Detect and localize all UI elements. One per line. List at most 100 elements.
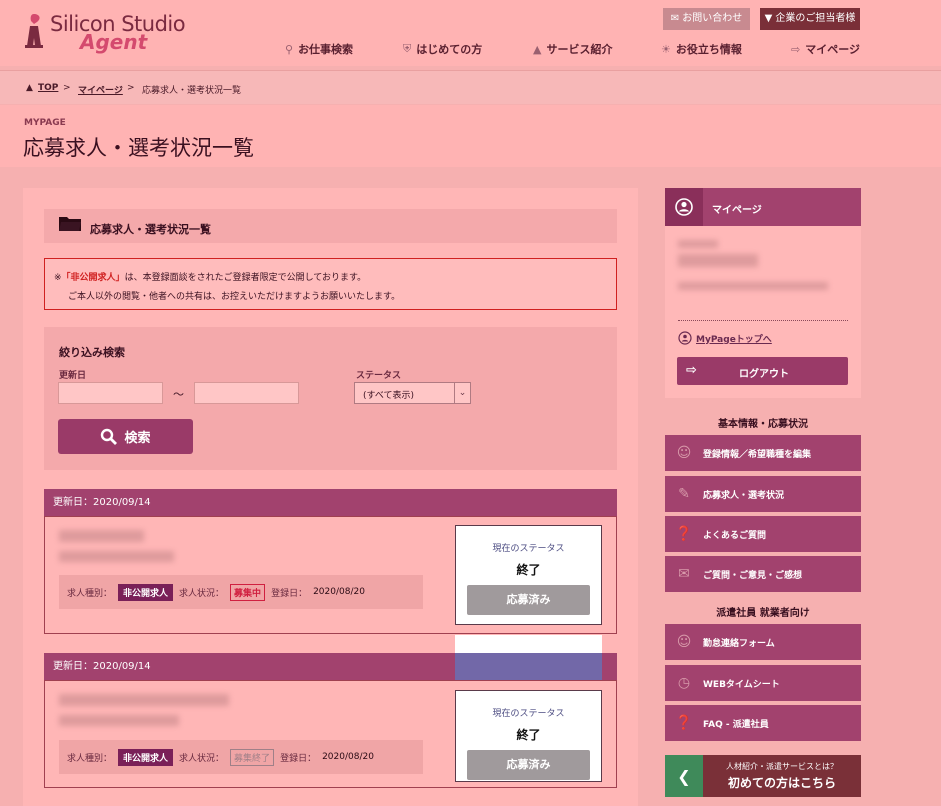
contact-button[interactable]: ✉ お問い合わせ [663, 8, 750, 30]
blurred-company [59, 551, 174, 562]
user-icon [678, 331, 692, 345]
status-select-value: (すべて表示) [363, 391, 415, 401]
shield-icon: ⛨ [403, 42, 412, 55]
notice-box: ※「非公開求人」は、本登録面談をされたご登録者限定で公開しております。 ご本人以… [44, 258, 617, 310]
notice-text: は、本登録面談をされたご登録者限定で公開しております。 [124, 273, 367, 283]
contact-label: お問い合わせ [682, 13, 743, 24]
type-label: 求人種別： [67, 588, 113, 599]
search-button-label: 検索 [124, 431, 151, 446]
chevron-down-icon[interactable]: ⌄ [454, 383, 470, 403]
mail-icon: ✉ [670, 13, 680, 24]
logout-button[interactable]: ⇨ ログアウト [677, 357, 848, 385]
divider [678, 320, 848, 321]
nav-label: サービス紹介 [546, 43, 613, 56]
logout-icon: ⇨ [686, 363, 697, 378]
search-icon [101, 428, 118, 445]
applied-button[interactable]: 応募済み [467, 750, 590, 780]
job-info-row: 求人種別： 非公開求人 求人状況： 募集終了 登録日： 2020/08/20 [59, 740, 423, 774]
reg-date: 2020/08/20 [313, 587, 365, 597]
nav-useful-info[interactable]: ☀ お役立ち情報 [661, 40, 742, 58]
nav-job-search[interactable]: ⚲ お仕事検索 [285, 40, 353, 58]
beginner-icon: ❮ [665, 755, 703, 797]
state-badge: 募集終了 [230, 748, 275, 766]
home-icon: ▲ [26, 83, 33, 93]
sidebar-item-faq-temp[interactable]: ❓ FAQ - 派遣社員 [665, 705, 861, 741]
nav-first-time[interactable]: ⛨ はじめての方 [403, 40, 482, 58]
nav-mypage[interactable]: ⇨ マイページ [791, 40, 860, 58]
section-title: 応募求人・選考状況一覧 [90, 223, 211, 236]
logo-icon: ▲ [533, 42, 542, 56]
type-label: 求人種別： [67, 753, 113, 764]
clock-icon: ◷ [677, 675, 691, 691]
type-badge: 非公開求人 [118, 748, 174, 766]
sidebar-item-feedback[interactable]: ✉ ご質問・ご意見・ご感想 [665, 556, 861, 592]
search-button[interactable]: 検索 [58, 419, 193, 454]
notice-mark: ※ [54, 273, 62, 283]
filter-title: 絞り込み検索 [59, 346, 125, 359]
folder-icon [59, 215, 81, 231]
sidebar-item-label: 応募求人・選考状況 [703, 490, 785, 501]
page-title: 応募求人・選考状況一覧 [23, 136, 254, 160]
mypage-title: マイページ [712, 205, 762, 216]
sidebar-item-label: よくあるご質問 [703, 530, 767, 541]
current-status-value: 終了 [516, 563, 541, 577]
current-status-value: 終了 [516, 728, 541, 742]
logo-icon[interactable] [22, 12, 46, 48]
sidebar-item-label: WEBタイムシート [703, 679, 780, 690]
breadcrumb-sep: > [127, 83, 135, 93]
breadcrumb-current: 応募求人・選考状況一覧 [142, 86, 242, 96]
blurred-job-title[interactable] [59, 694, 229, 706]
corporate-button[interactable]: ▼ 企業のご担当者様 [760, 8, 860, 30]
sidebar-item-label: 登録情報／希望職種を編集 [703, 449, 812, 460]
nav-label: はじめての方 [416, 43, 483, 56]
current-status-label: 現在のステータス [492, 709, 565, 719]
sidebar-group-title: 派遣社員 就業者向け [716, 608, 810, 619]
sidebar-group-title: 基本情報・応募状況 [718, 419, 808, 430]
chat-bubbles-icon: ✉ [678, 566, 690, 582]
sidebar-item-faq[interactable]: ❓ よくあるご質問 [665, 516, 861, 552]
reg-label: 登録日： [271, 588, 308, 599]
state-label: 求人状況： [179, 588, 225, 599]
login-icon: ⇨ [791, 42, 801, 56]
breadcrumb-top[interactable]: TOP [38, 83, 58, 93]
mypage-top-link[interactable]: MyPageトップへ [678, 331, 772, 345]
mypage-top-link-label: MyPageトップへ [696, 334, 772, 345]
date-to-input[interactable] [194, 382, 299, 404]
sidebar-item-label: FAQ - 派遣社員 [703, 719, 769, 730]
state-label: 求人状況： [179, 753, 225, 764]
first-time-banner[interactable]: ❮ 人材紹介・派遣サービスとは？ 初めての方はこちら [665, 755, 861, 797]
type-badge: 非公開求人 [118, 583, 174, 601]
search-icon: ⚲ [285, 42, 294, 56]
status-box: 現在のステータス 終了 応募済み [455, 690, 602, 782]
sidebar-item-attendance-form[interactable]: ☺ 勤怠連絡フォーム [665, 624, 861, 660]
breadcrumb-mypage[interactable]: マイページ [78, 83, 123, 96]
nav-label: お仕事検索 [298, 43, 354, 56]
sidebar-item-applications[interactable]: ✎ 応募求人・選考状況 [665, 476, 861, 512]
blurred-job-title[interactable] [59, 530, 144, 542]
sidebar-item-edit-profile[interactable]: ☺ 登録情報／希望職種を編集 [665, 435, 861, 471]
notice-text-2: ご本人以外の閲覧・他者への共有は、お控えいただけますようお願いいたします。 [68, 292, 401, 302]
document-icon: ✎ [678, 486, 690, 502]
date-label: 更新日 [59, 371, 87, 381]
status-box: 現在のステータス 終了 応募済み [455, 525, 602, 625]
card-updated-header: 更新日：2020/09/14 [44, 489, 617, 516]
breadcrumb-sep: > [63, 83, 71, 93]
current-status-label: 現在のステータス [492, 544, 565, 554]
applied-button[interactable]: 応募済み [467, 585, 590, 615]
sidebar-item-label: 勤怠連絡フォーム [703, 638, 775, 649]
logout-label: ログアウト [739, 369, 789, 380]
logo-text-agent[interactable]: Agent [80, 30, 147, 54]
overlay-highlight [455, 653, 602, 680]
sidebar-item-label: ご質問・ご意見・ご感想 [703, 570, 803, 581]
banner-title: 初めての方はこちら [727, 776, 836, 790]
date-from-input[interactable] [58, 382, 163, 404]
blurred-user-id [678, 240, 718, 248]
banner-subtitle: 人材紹介・派遣サービスとは？ [726, 762, 838, 771]
date-tilde: ～ [173, 388, 184, 401]
sidebar-item-timesheet[interactable]: ◷ WEBタイムシート [665, 665, 861, 701]
reg-date: 2020/08/20 [322, 752, 374, 762]
user-info-icon: ☺ [676, 445, 692, 461]
nav-services[interactable]: ▲ サービス紹介 [533, 40, 612, 58]
question-bubble-icon: ❓ [675, 715, 693, 731]
reg-label: 登録日： [280, 753, 317, 764]
